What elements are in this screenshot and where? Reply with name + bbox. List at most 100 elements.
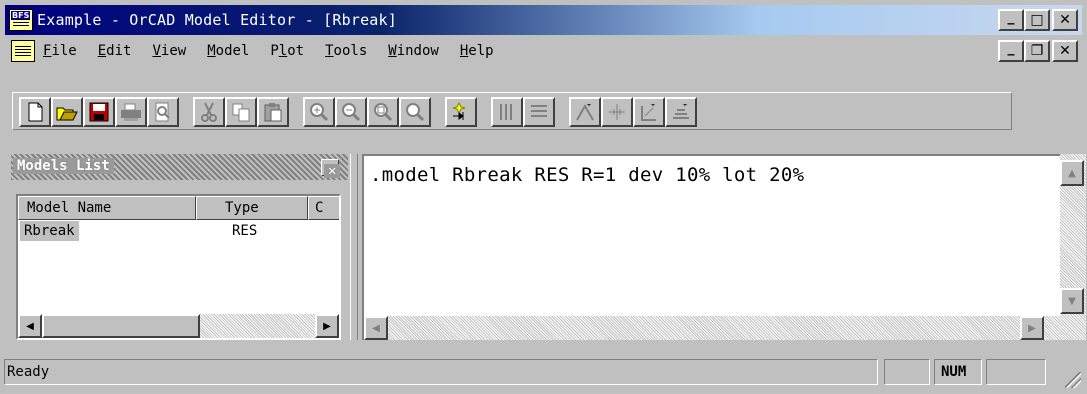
open-icon (56, 107, 78, 121)
editor-horizontal-scrollbar[interactable]: ◀ ▶ (364, 316, 1062, 340)
model-new-icon (641, 103, 656, 121)
models-list-panel: Models List ✕ Model Name Type C Rbreak R… (11, 154, 348, 340)
toolbar-area (5, 68, 1082, 154)
close-icon: ✕ (1059, 12, 1071, 28)
new-icon (28, 102, 43, 122)
save-button[interactable] (83, 97, 115, 127)
column-header-type[interactable]: Type (196, 196, 308, 220)
status-message: Ready (4, 359, 878, 385)
close-icon: ✕ (1059, 43, 1071, 59)
document-icon[interactable] (11, 40, 35, 62)
scroll-left-icon: ◀ (26, 320, 34, 332)
tile-vertical-icon (500, 104, 512, 120)
scroll-down-button[interactable]: ▼ (1060, 288, 1084, 314)
print-icon (121, 103, 141, 121)
scroll-left-button[interactable]: ◀ (18, 314, 42, 338)
column-header-c[interactable]: C (308, 196, 339, 220)
mdi-close-button[interactable]: ✕ (1052, 40, 1078, 62)
scroll-left-button[interactable]: ◀ (364, 316, 388, 340)
close-icon: ✕ (324, 164, 341, 178)
open-button[interactable] (51, 97, 83, 127)
models-list-title-bar[interactable]: Models List ✕ (11, 154, 348, 180)
column-header-model-name[interactable]: Model Name (18, 196, 196, 220)
paste-icon (264, 103, 282, 122)
scroll-down-icon: ▼ (1068, 295, 1076, 307)
menu-plot[interactable]: Plot (270, 43, 304, 59)
scroll-left-icon: ◀ (372, 322, 380, 334)
zoom-in-icon (310, 103, 329, 122)
title-bar[interactable]: BFS Example - OrCAD Model Editor - [Rbre… (5, 5, 1082, 35)
mdi-minimize-button[interactable]: _ (998, 40, 1024, 62)
new-button[interactable] (19, 97, 51, 127)
cut-icon (201, 102, 217, 122)
window-title: Example - OrCAD Model Editor - [Rbreak] (37, 11, 397, 29)
model-new-button[interactable] (633, 97, 665, 127)
table-row-type[interactable]: RES (232, 221, 257, 241)
model-text-editor[interactable]: .model Rbreak RES R=1 dev 10% lot 20% (362, 154, 1064, 340)
model-import-button[interactable] (665, 97, 697, 127)
print-preview-button[interactable] (147, 97, 179, 127)
copy-icon (232, 103, 250, 122)
minimize-button[interactable]: _ (998, 9, 1024, 31)
menu-help[interactable]: Help (460, 43, 494, 59)
zoom-fit-button[interactable] (399, 97, 431, 127)
zoom-fit-icon (406, 103, 425, 122)
add-marker-icon (452, 102, 466, 120)
restore-icon: ❐ (1030, 43, 1044, 59)
zoom-in-button[interactable] (303, 97, 335, 127)
scroll-right-icon: ▶ (1028, 322, 1036, 334)
model-extract-button[interactable] (569, 97, 601, 127)
panel-splitter[interactable] (350, 154, 358, 340)
toolbar (12, 92, 1012, 130)
maximize-button[interactable]: □ (1024, 9, 1050, 31)
model-add-button[interactable] (601, 97, 633, 127)
zoom-out-button[interactable] (335, 97, 367, 127)
menu-bar: File Edit View Model Plot Tools Window H… (5, 36, 1082, 66)
models-list-close-button[interactable]: ✕ (321, 159, 341, 178)
menu-tools[interactable]: Tools (325, 43, 367, 59)
model-add-icon (609, 104, 625, 120)
print-preview-icon (155, 102, 170, 122)
mdi-restore-button[interactable]: ❐ (1024, 40, 1050, 62)
cut-button[interactable] (193, 97, 225, 127)
scroll-up-button[interactable]: ▲ (1060, 160, 1084, 186)
status-num-indicator: NUM (934, 359, 982, 385)
table-row-name[interactable]: Rbreak (20, 221, 79, 241)
minimize-icon: _ (1007, 40, 1015, 56)
model-import-icon (673, 103, 689, 119)
scroll-thumb[interactable] (42, 314, 200, 338)
menu-model[interactable]: Model (207, 43, 249, 59)
status-pane-caps (884, 359, 930, 385)
close-button[interactable]: ✕ (1052, 9, 1078, 31)
zoom-out-icon (342, 103, 361, 122)
models-list-title: Models List (13, 158, 114, 174)
copy-button[interactable] (225, 97, 257, 127)
model-definition-text[interactable]: .model Rbreak RES R=1 dev 10% lot 20% (370, 164, 804, 186)
model-extract-icon (576, 103, 594, 121)
add-marker-button[interactable] (445, 97, 477, 127)
zoom-area-button[interactable] (367, 97, 399, 127)
menu-window[interactable]: Window (388, 43, 439, 59)
models-list-horizontal-scrollbar[interactable]: ◀ ▶ (18, 314, 339, 338)
save-icon (89, 102, 109, 122)
scroll-right-icon: ▶ (323, 320, 331, 332)
tile-vertical-button[interactable] (491, 97, 523, 127)
resize-grip-icon[interactable] (1065, 372, 1081, 388)
models-list: Model Name Type C Rbreak RES ◀ ▶ (16, 194, 341, 340)
status-pane-scroll (986, 359, 1046, 385)
menu-file[interactable]: File (43, 43, 77, 59)
scroll-right-button[interactable]: ▶ (315, 314, 339, 338)
menu-edit[interactable]: Edit (98, 43, 132, 59)
main-window: BFS Example - OrCAD Model Editor - [Rbre… (0, 0, 1087, 394)
scroll-up-icon: ▲ (1068, 167, 1076, 179)
minimize-icon: _ (1007, 9, 1015, 25)
app-icon[interactable]: BFS (9, 9, 33, 31)
paste-button[interactable] (257, 97, 289, 127)
tile-horizontal-icon (531, 105, 547, 117)
menu-view[interactable]: View (152, 43, 186, 59)
status-bar: Ready NUM (4, 356, 1083, 390)
scroll-right-button[interactable]: ▶ (1020, 316, 1044, 340)
print-button[interactable] (115, 97, 147, 127)
tile-horizontal-button[interactable] (523, 97, 555, 127)
editor-vertical-scrollbar[interactable]: ▲ ▼ (1060, 154, 1086, 340)
